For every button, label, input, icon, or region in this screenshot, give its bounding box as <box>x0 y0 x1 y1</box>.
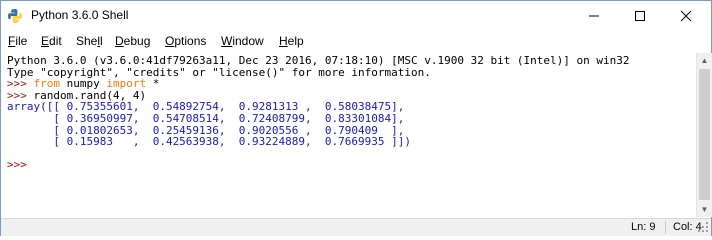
scroll-down-arrow-icon[interactable]: ▼ <box>697 202 712 217</box>
menu-edit[interactable]: Edit <box>41 34 62 48</box>
menu-shell[interactable]: Shell <box>76 34 103 48</box>
menu-window[interactable]: Window <box>221 34 264 48</box>
menu-options[interactable]: Options <box>165 34 206 48</box>
status-divider <box>665 221 666 234</box>
minimize-icon <box>589 15 599 17</box>
menu-help[interactable]: Help <box>279 34 304 48</box>
shell-text-area[interactable]: Python 3.6.0 (v3.6.0:41df79263a11, Dec 2… <box>2 53 695 217</box>
shell-window: Python 3.6.0 Shell File Edit Shell Debug… <box>0 0 712 236</box>
scroll-up-arrow-icon[interactable]: ▲ <box>697 53 712 68</box>
title-bar[interactable]: Python 3.6.0 Shell <box>1 1 711 31</box>
output-row-4: [ 0.15983 , 0.42563938, 0.93224889, 0.76… <box>7 135 411 149</box>
current-prompt: >>> <box>7 158 34 172</box>
line-number-status: Ln: 9 <box>631 221 656 233</box>
minimize-button[interactable] <box>571 1 617 31</box>
menu-debug[interactable]: Debug <box>115 34 150 48</box>
close-button[interactable] <box>663 1 709 31</box>
maximize-button[interactable] <box>617 1 663 31</box>
window-title: Python 3.6.0 Shell <box>31 8 129 22</box>
status-bar: Ln: 9 Col: 4 <box>1 218 711 236</box>
scrollbar-thumb[interactable] <box>699 69 710 200</box>
vertical-scrollbar[interactable]: ▲ ▼ <box>696 53 712 217</box>
menu-file[interactable]: File <box>8 34 27 48</box>
python-icon <box>8 9 22 23</box>
maximize-icon <box>635 10 645 21</box>
menu-bar: File Edit Shell Debug Options Window Hel… <box>1 31 711 53</box>
close-icon <box>680 10 692 22</box>
resize-grip-icon[interactable] <box>698 222 709 233</box>
